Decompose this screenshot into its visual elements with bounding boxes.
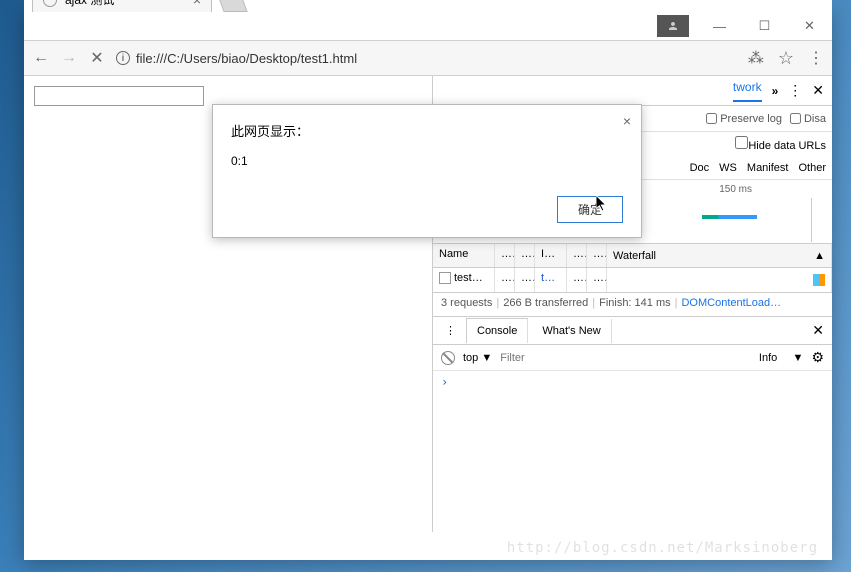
network-table: Name … … Ini… … … Waterfall▲ test1.… … ……: [433, 244, 832, 293]
dialog-message: 0:1: [231, 154, 623, 168]
console-filter-input[interactable]: [500, 352, 751, 364]
console-toolbar: top ▼ Info ▼ ⚙: [433, 345, 832, 371]
cell-dots: …: [495, 268, 515, 292]
minimize-button[interactable]: —: [697, 12, 742, 40]
favicon-icon: [43, 0, 57, 7]
browser-window: ajax 测试 × — ☐ ✕ ← → ✕ i file:///C:/Users…: [24, 8, 832, 560]
col-waterfall[interactable]: Waterfall▲: [607, 244, 832, 267]
back-button[interactable]: ←: [32, 49, 50, 67]
page-text-input[interactable]: [34, 86, 204, 106]
tabs-overflow-icon[interactable]: »: [772, 84, 779, 98]
forward-button[interactable]: →: [60, 49, 78, 67]
devtools-menu-icon[interactable]: ⋮: [788, 82, 802, 99]
table-row[interactable]: test1.… … … te… … …: [433, 268, 832, 292]
filter-doc[interactable]: Doc: [690, 162, 710, 174]
tab-strip: ajax 测试 ×: [24, 0, 832, 12]
dialog-close-icon[interactable]: ×: [623, 113, 631, 129]
cell-dots: …: [567, 268, 587, 292]
clear-console-icon[interactable]: [441, 351, 455, 365]
timeline-tick: 150 ms: [719, 184, 752, 195]
dialog-title: 此网页显示：: [231, 121, 623, 140]
devtools-close-icon[interactable]: ✕: [812, 82, 824, 99]
col-dots[interactable]: …: [587, 244, 607, 267]
cell-initiator: te…: [535, 268, 567, 292]
network-status: 3 requests|266 B transferred|Finish: 141…: [433, 293, 832, 317]
close-window-button[interactable]: ✕: [787, 12, 832, 40]
timeline-gridline: [811, 198, 812, 242]
maximize-button[interactable]: ☐: [742, 12, 787, 40]
console-prompt[interactable]: ›: [433, 371, 832, 393]
table-header: Name … … Ini… … … Waterfall▲: [433, 244, 832, 268]
col-initiator[interactable]: Ini…: [535, 244, 567, 267]
cell-dots: …: [515, 268, 535, 292]
filter-other[interactable]: Other: [798, 162, 826, 174]
console-settings-icon[interactable]: ⚙: [811, 349, 824, 366]
site-info-icon[interactable]: i: [116, 51, 130, 65]
mouse-cursor-icon: [596, 195, 610, 213]
drawer-close-icon[interactable]: ✕: [812, 322, 824, 339]
watermark-text: http://blog.csdn.net/Marksinoberg: [507, 540, 818, 556]
cell-dots: …: [587, 268, 607, 292]
tab-title: ajax 测试: [65, 0, 114, 8]
profile-icon[interactable]: [657, 15, 689, 37]
devtools-tabs: twork » ⋮ ✕: [433, 76, 832, 106]
window-titlebar: — ☐ ✕: [24, 12, 832, 40]
url-display[interactable]: i file:///C:/Users/biao/Desktop/test1.ht…: [116, 51, 738, 66]
close-tab-icon[interactable]: ×: [193, 0, 201, 8]
col-dots[interactable]: …: [495, 244, 515, 267]
cell-name: test1.…: [433, 268, 495, 292]
cell-waterfall: [607, 268, 832, 292]
waterfall-bar-icon: [813, 274, 825, 286]
filter-manifest[interactable]: Manifest: [747, 162, 789, 174]
col-dots[interactable]: …: [515, 244, 535, 267]
col-name[interactable]: Name: [433, 244, 495, 267]
preserve-log-checkbox[interactable]: Preserve log: [706, 113, 782, 125]
tab-network[interactable]: twork: [733, 80, 762, 102]
translate-icon[interactable]: ⁂: [748, 48, 764, 68]
log-level-select[interactable]: Info ▼: [759, 352, 804, 364]
bookmark-icon[interactable]: ☆: [778, 48, 794, 69]
browser-tab[interactable]: ajax 测试 ×: [32, 0, 212, 12]
dialog-ok-button[interactable]: 确定: [557, 196, 623, 223]
drawer-menu-icon[interactable]: ⋮: [439, 324, 462, 337]
nav-buttons: ← → ✕: [32, 48, 106, 68]
filter-ws[interactable]: WS: [719, 162, 737, 174]
address-bar: ← → ✕ i file:///C:/Users/biao/Desktop/te…: [24, 40, 832, 76]
drawer-tab-console[interactable]: Console: [466, 318, 528, 343]
js-alert-dialog: × 此网页显示： 0:1 确定: [212, 104, 642, 238]
menu-icon[interactable]: ⋮: [808, 48, 824, 68]
file-icon: [439, 272, 451, 284]
col-dots[interactable]: …: [567, 244, 587, 267]
stop-button[interactable]: ✕: [88, 48, 106, 68]
disable-cache-checkbox[interactable]: Disa: [790, 113, 826, 125]
timeline-bar: [702, 215, 757, 219]
drawer-tabs: ⋮ Console What's New ✕: [433, 317, 832, 345]
drawer-tab-whatsnew[interactable]: What's New: [532, 319, 611, 343]
hide-data-urls-checkbox[interactable]: Hide data URLs: [735, 136, 826, 152]
context-select[interactable]: top ▼: [463, 352, 492, 364]
url-text: file:///C:/Users/biao/Desktop/test1.html: [136, 51, 357, 66]
new-tab-button[interactable]: [216, 0, 247, 12]
